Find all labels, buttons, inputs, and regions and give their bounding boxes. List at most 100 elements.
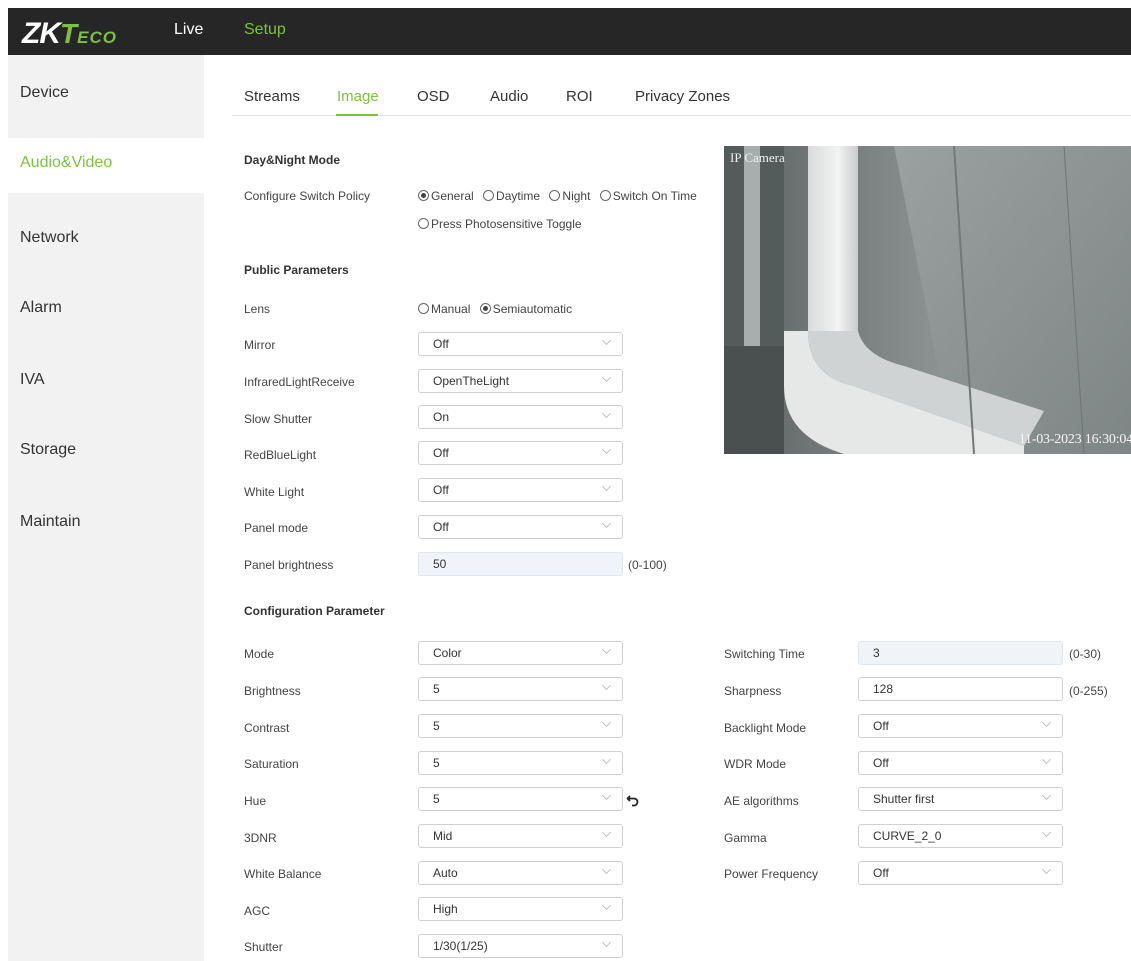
osd-camera-title: IP Camera xyxy=(730,150,785,165)
nav-setup[interactable]: Setup xyxy=(244,21,286,39)
sharpness-input[interactable]: 128 xyxy=(858,677,1063,701)
nav-live[interactable]: Live xyxy=(174,21,203,39)
tab-streams[interactable]: Streams xyxy=(244,88,300,105)
switching-time-range: (0-30) xyxy=(1069,647,1102,661)
reset-undo-icon[interactable] xyxy=(626,793,640,807)
chevron-down-icon xyxy=(602,445,611,454)
chevron-down-icon xyxy=(1042,865,1051,874)
ae-algorithms-select[interactable]: Shutter first xyxy=(858,787,1063,811)
radio-daytime[interactable]: Daytime xyxy=(483,189,540,203)
lens-label: Lens xyxy=(244,302,271,316)
tab-osd[interactable]: OSD xyxy=(417,88,450,105)
sidebar-item-iva[interactable]: IVA xyxy=(8,371,204,389)
chevron-down-icon xyxy=(602,828,611,837)
chevron-down-icon xyxy=(602,938,611,947)
chevron-down-icon xyxy=(602,718,611,727)
panel-brightness-input[interactable]: 50 xyxy=(418,552,623,576)
switching-time-label: Switching Time xyxy=(724,647,805,661)
sidebar-item-storage[interactable]: Storage xyxy=(8,441,204,459)
radio-semiautomatic[interactable]: Semiautomatic xyxy=(479,302,572,316)
panel-brightness-range: (0-100) xyxy=(628,558,667,572)
agc-select[interactable]: High xyxy=(418,897,623,921)
mirror-select[interactable]: Off xyxy=(418,332,623,356)
ae-algorithms-label: AE algorithms xyxy=(724,794,799,808)
radio-general[interactable]: General xyxy=(418,189,474,203)
brightness-label: Brightness xyxy=(244,684,301,698)
configure-switch-policy-label: Configure Switch Policy xyxy=(244,189,371,203)
panel-mode-label: Panel mode xyxy=(244,521,309,535)
tab-privacy-zones[interactable]: Privacy Zones xyxy=(635,88,730,105)
radio-empty-icon xyxy=(418,218,429,229)
switch-policy-radio-group: General Daytime Night Switch On Time xyxy=(418,189,703,203)
infrared-label: InfraredLightReceive xyxy=(244,375,355,389)
mode-select[interactable]: Color xyxy=(418,641,623,665)
active-tab-indicator xyxy=(336,114,378,116)
radio-selected-icon xyxy=(418,190,429,201)
tab-roi[interactable]: ROI xyxy=(566,88,593,105)
camera-scene-image xyxy=(724,146,1131,454)
tab-audio[interactable]: Audio xyxy=(490,88,528,105)
white-balance-label: White Balance xyxy=(244,867,322,881)
radio-manual[interactable]: Manual xyxy=(418,302,470,316)
slow-shutter-select[interactable]: On xyxy=(418,405,623,429)
sidebar-item-device[interactable]: Device xyxy=(8,84,204,102)
white-balance-select[interactable]: Auto xyxy=(418,861,623,885)
sidebar-item-audio-video[interactable]: Audio&Video xyxy=(8,138,204,193)
white-light-label: White Light xyxy=(244,485,305,499)
infrared-select[interactable]: OpenTheLight xyxy=(418,369,623,393)
sidebar-item-network[interactable]: Network xyxy=(8,229,204,247)
backlight-mode-select[interactable]: Off xyxy=(858,714,1063,738)
panel-brightness-label: Panel brightness xyxy=(244,558,334,572)
zkteco-logo: ZKTECO xyxy=(22,17,117,50)
section-public-title: Public Parameters xyxy=(244,263,349,277)
sidebar-item-alarm[interactable]: Alarm xyxy=(8,299,204,317)
brightness-select[interactable]: 5 xyxy=(418,677,623,701)
radio-empty-icon xyxy=(418,303,429,314)
switch-policy-radio-group-2: Press Photosensitive Toggle xyxy=(418,217,588,231)
lens-radio-group: Manual Semiautomatic xyxy=(418,302,578,316)
contrast-select[interactable]: 5 xyxy=(418,714,623,738)
shutter-select[interactable]: 1/30(1/25) xyxy=(418,934,623,958)
section-daynight-title: Day&Night Mode xyxy=(244,153,340,167)
power-frequency-select[interactable]: Off xyxy=(858,861,1063,885)
chevron-down-icon xyxy=(602,519,611,528)
camera-preview[interactable]: IP Camera 11-03-2023 16:30:04 xyxy=(724,146,1131,454)
radio-switch-on-time[interactable]: Switch On Time xyxy=(599,189,697,203)
white-light-select[interactable]: Off xyxy=(418,478,623,502)
chevron-down-icon xyxy=(1042,828,1051,837)
agc-label: AGC xyxy=(244,904,271,918)
saturation-select[interactable]: 5 xyxy=(418,751,623,775)
gamma-label: Gamma xyxy=(724,831,767,845)
sharpness-label: Sharpness xyxy=(724,684,782,698)
chevron-down-icon xyxy=(602,409,611,418)
tab-image[interactable]: Image xyxy=(337,88,379,105)
panel-mode-select[interactable]: Off xyxy=(418,515,623,539)
wdr-mode-select[interactable]: Off xyxy=(858,751,1063,775)
chevron-down-icon xyxy=(602,681,611,690)
hue-label: Hue xyxy=(244,794,267,808)
shutter-label: Shutter xyxy=(244,940,283,954)
chevron-down-icon xyxy=(602,336,611,345)
slow-shutter-label: Slow Shutter xyxy=(244,412,313,426)
top-bar: ZKTECO Live Setup xyxy=(8,8,1131,55)
backlight-mode-label: Backlight Mode xyxy=(724,721,807,735)
sidebar: Device Audio&Video Network Alarm IVA Sto… xyxy=(8,55,204,961)
chevron-down-icon xyxy=(1042,755,1051,764)
redbluelight-label: RedBlueLight xyxy=(244,448,317,462)
3dnr-select[interactable]: Mid xyxy=(418,824,623,848)
radio-night[interactable]: Night xyxy=(549,189,590,203)
3dnr-label: 3DNR xyxy=(244,831,277,845)
radio-press-photosensitive-toggle[interactable]: Press Photosensitive Toggle xyxy=(418,217,582,231)
hue-select[interactable]: 5 xyxy=(418,787,623,811)
sidebar-item-maintain[interactable]: Maintain xyxy=(8,513,204,531)
saturation-label: Saturation xyxy=(244,757,299,771)
gamma-select[interactable]: CURVE_2_0 xyxy=(858,824,1063,848)
redbluelight-select[interactable]: Off xyxy=(418,441,623,465)
contrast-label: Contrast xyxy=(244,721,290,735)
power-frequency-label: Power Frequency xyxy=(724,867,819,881)
section-config-title: Configuration Parameter xyxy=(244,604,385,618)
switching-time-input[interactable]: 3 xyxy=(858,641,1063,665)
chevron-down-icon xyxy=(602,645,611,654)
radio-empty-icon xyxy=(483,190,495,201)
chevron-down-icon xyxy=(602,373,611,382)
